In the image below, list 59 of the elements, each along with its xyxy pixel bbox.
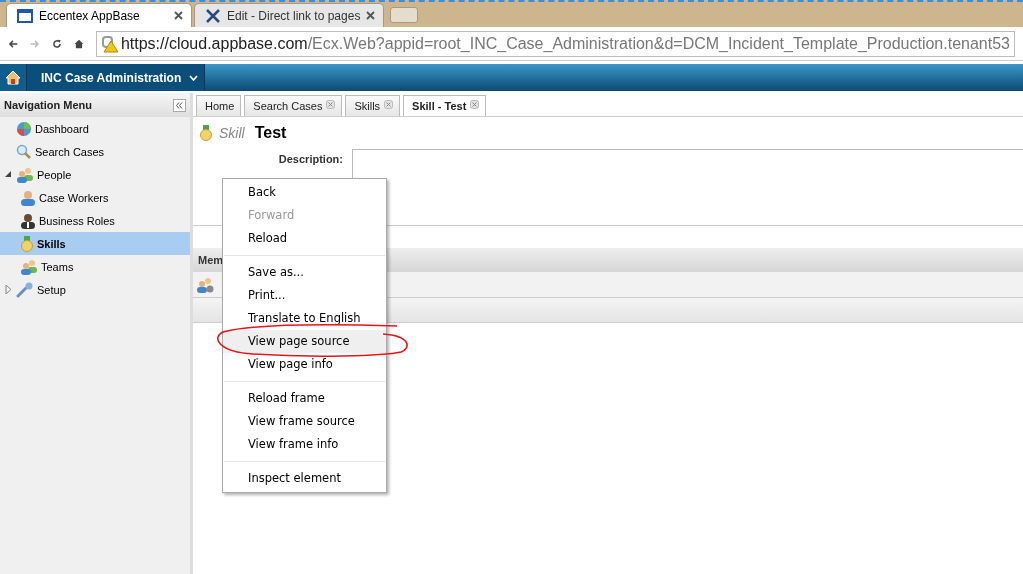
tab[interactable]: Skills <box>345 95 401 116</box>
close-icon[interactable] <box>366 11 376 20</box>
medal-icon <box>199 125 213 141</box>
menu-item[interactable]: Reload frame <box>223 387 386 410</box>
menu-item[interactable]: Save as... <box>223 261 386 284</box>
nav-item[interactable]: Setup <box>0 278 190 301</box>
medal-icon <box>20 235 34 252</box>
businessman-icon <box>20 212 36 229</box>
wrench-icon <box>16 281 34 298</box>
nav-item[interactable]: Teams <box>0 255 190 278</box>
expanded-triangle-icon[interactable] <box>4 171 13 178</box>
record-type: Skill <box>219 125 245 141</box>
browser-tab[interactable]: Eccentex AppBase <box>6 3 192 27</box>
menu-item[interactable]: Reload <box>223 227 386 250</box>
menu-item[interactable]: View page info <box>223 353 386 376</box>
tab[interactable]: Search Cases <box>244 95 343 116</box>
warning-lock-icon <box>100 34 119 53</box>
panel-title: Navigation Menu <box>4 99 92 111</box>
tab-title: Edit - Direct link to pages <box>227 8 361 23</box>
nav-item[interactable]: Skills <box>0 232 190 255</box>
nav-item[interactable]: Dashboard <box>0 117 190 140</box>
collapsed-triangle-icon[interactable] <box>4 285 13 294</box>
tab[interactable]: Skill - Test <box>403 95 487 116</box>
close-icon[interactable] <box>174 11 183 20</box>
collapse-button[interactable] <box>173 98 186 112</box>
nav-item[interactable]: Case Workers <box>0 186 190 209</box>
menu-item[interactable]: View frame source <box>223 410 386 433</box>
record-title: Test <box>254 124 287 142</box>
menu-item[interactable]: Inspect element <box>223 467 386 490</box>
nav-item[interactable]: Search Cases <box>0 140 190 163</box>
nav-item[interactable]: Business Roles <box>0 209 190 232</box>
field-label: Description: <box>277 152 343 165</box>
url-text: https://cloud.appbase.com/Ecx.Web?appid=root_INC_Case_Administration&d=DCM_Incident_Template_Production.tenant53 <box>120 34 1010 53</box>
person-icon <box>20 189 36 206</box>
menu-item[interactable]: Translate to English <box>223 307 386 330</box>
section-title: Mem <box>198 254 224 266</box>
house-icon <box>5 70 21 85</box>
close-icon[interactable] <box>326 100 336 109</box>
tab[interactable]: Home <box>196 95 242 116</box>
browser-tab[interactable]: Edit - Direct link to pages <box>194 3 385 27</box>
menu-item[interactable]: Back <box>223 181 386 204</box>
people-icon <box>16 166 34 183</box>
tab-title: Eccentex AppBase <box>39 8 141 23</box>
close-icon[interactable] <box>470 100 480 109</box>
menu-item[interactable]: View page source <box>223 330 386 353</box>
home-button[interactable] <box>0 64 27 91</box>
address-bar[interactable]: https://cloud.appbase.com/Ecx.Web?appid=root_INC_Case_Administration&d=DCM_Incident_Template_Production.tenant53 <box>95 30 1015 57</box>
close-icon[interactable] <box>384 100 394 109</box>
menu-item[interactable]: View frame info <box>223 433 386 456</box>
app-menu-button[interactable]: INC Case Administration <box>27 64 205 91</box>
people-icon <box>20 258 38 275</box>
nav-item[interactable]: People <box>0 163 190 186</box>
crossed-tools-icon <box>205 8 221 23</box>
menu-item[interactable]: Print... <box>223 284 386 307</box>
search-icon <box>16 143 32 160</box>
people-gear-icon <box>196 276 214 293</box>
pie-chart-icon <box>16 120 32 137</box>
chevron-down-icon <box>189 74 199 81</box>
page-icon <box>17 8 33 23</box>
